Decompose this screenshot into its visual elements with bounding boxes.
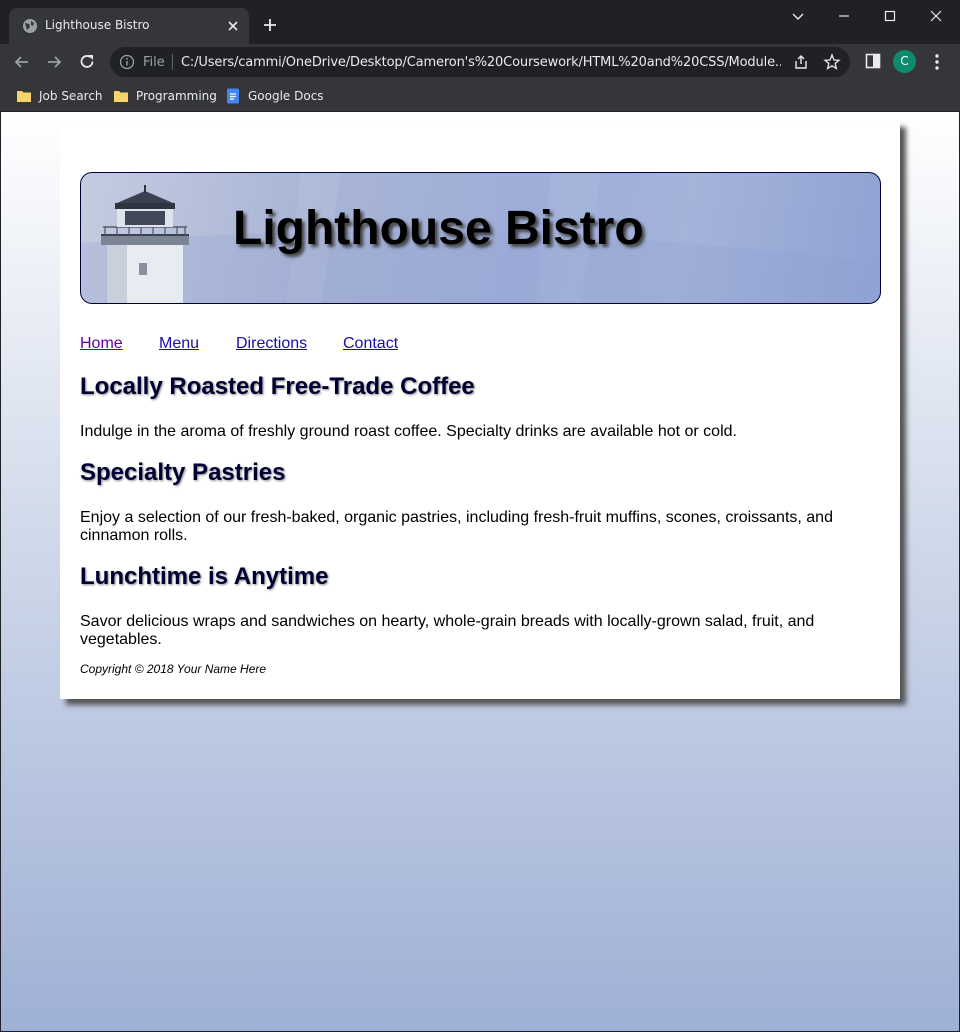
page-container: Lighthouse Bistro Home Menu Directions C… xyxy=(60,121,900,699)
bookmark-label: Programming xyxy=(136,89,217,103)
side-panel-icon[interactable] xyxy=(864,52,882,70)
section-text: Enjoy a selection of our fresh-baked, or… xyxy=(80,509,833,544)
forward-arrow-icon[interactable] xyxy=(44,52,64,72)
close-window-icon[interactable] xyxy=(928,8,944,24)
bookmark-star-icon[interactable] xyxy=(823,53,841,71)
browser-titlebar: Lighthouse Bistro xyxy=(0,0,960,44)
section-lunch: Lunchtime is Anytime Savor delicious wra… xyxy=(80,563,860,649)
section-coffee: Locally Roasted Free-Trade Coffee Indulg… xyxy=(80,373,860,441)
hero-banner: Lighthouse Bistro xyxy=(80,172,881,304)
more-options-icon[interactable] xyxy=(928,52,946,72)
bookmarks-bar: Job Search Programming Google Docs xyxy=(0,80,960,112)
section-text: Savor delicious wraps and sandwiches on … xyxy=(80,613,815,648)
section-heading: Specialty Pastries xyxy=(80,459,286,486)
bookmark-label: Job Search xyxy=(39,89,103,103)
info-icon[interactable] xyxy=(119,54,135,70)
tab-title: Lighthouse Bistro xyxy=(45,18,150,32)
folder-icon xyxy=(114,91,128,102)
page-footer: Copyright © 2018 Your Name Here xyxy=(80,662,267,676)
google-docs-icon xyxy=(227,88,239,104)
section-text: Indulge in the aroma of freshly ground r… xyxy=(80,423,737,440)
minimize-icon[interactable] xyxy=(836,8,852,24)
lighthouse-image xyxy=(101,185,189,303)
folder-icon xyxy=(17,91,31,102)
site-title: Lighthouse Bistro xyxy=(233,202,644,255)
tab-search-chevron-icon[interactable] xyxy=(790,8,806,24)
nav-link-directions[interactable]: Directions xyxy=(236,335,307,353)
globe-icon xyxy=(23,19,37,33)
url-separator xyxy=(172,54,173,70)
new-tab-icon[interactable] xyxy=(262,17,278,33)
url-text[interactable]: C:/Users/cammi/OneDrive/Desktop/Cameron'… xyxy=(181,55,781,70)
share-icon[interactable] xyxy=(792,53,810,71)
close-tab-icon[interactable] xyxy=(225,18,241,34)
section-heading: Locally Roasted Free-Trade Coffee xyxy=(80,373,475,400)
url-scheme-label: File xyxy=(143,55,165,70)
back-arrow-icon[interactable] xyxy=(12,52,32,72)
nav-link-menu[interactable]: Menu xyxy=(159,335,199,353)
maximize-icon[interactable] xyxy=(882,8,898,24)
profile-avatar[interactable]: C xyxy=(893,50,916,73)
browser-toolbar: File C:/Users/cammi/OneDrive/Desktop/Cam… xyxy=(0,44,960,80)
page-viewport: Lighthouse Bistro Home Menu Directions C… xyxy=(1,112,959,1031)
browser-tab-active[interactable]: Lighthouse Bistro xyxy=(9,8,249,44)
nav-link-home[interactable]: Home xyxy=(80,335,123,353)
section-heading: Lunchtime is Anytime xyxy=(80,563,329,590)
bookmark-label: Google Docs xyxy=(248,89,324,103)
section-pastries: Specialty Pastries Enjoy a selection of … xyxy=(80,459,860,545)
address-bar[interactable]: File C:/Users/cammi/OneDrive/Desktop/Cam… xyxy=(110,47,850,77)
reload-icon[interactable] xyxy=(77,52,97,72)
nav-link-contact[interactable]: Contact xyxy=(343,335,398,353)
